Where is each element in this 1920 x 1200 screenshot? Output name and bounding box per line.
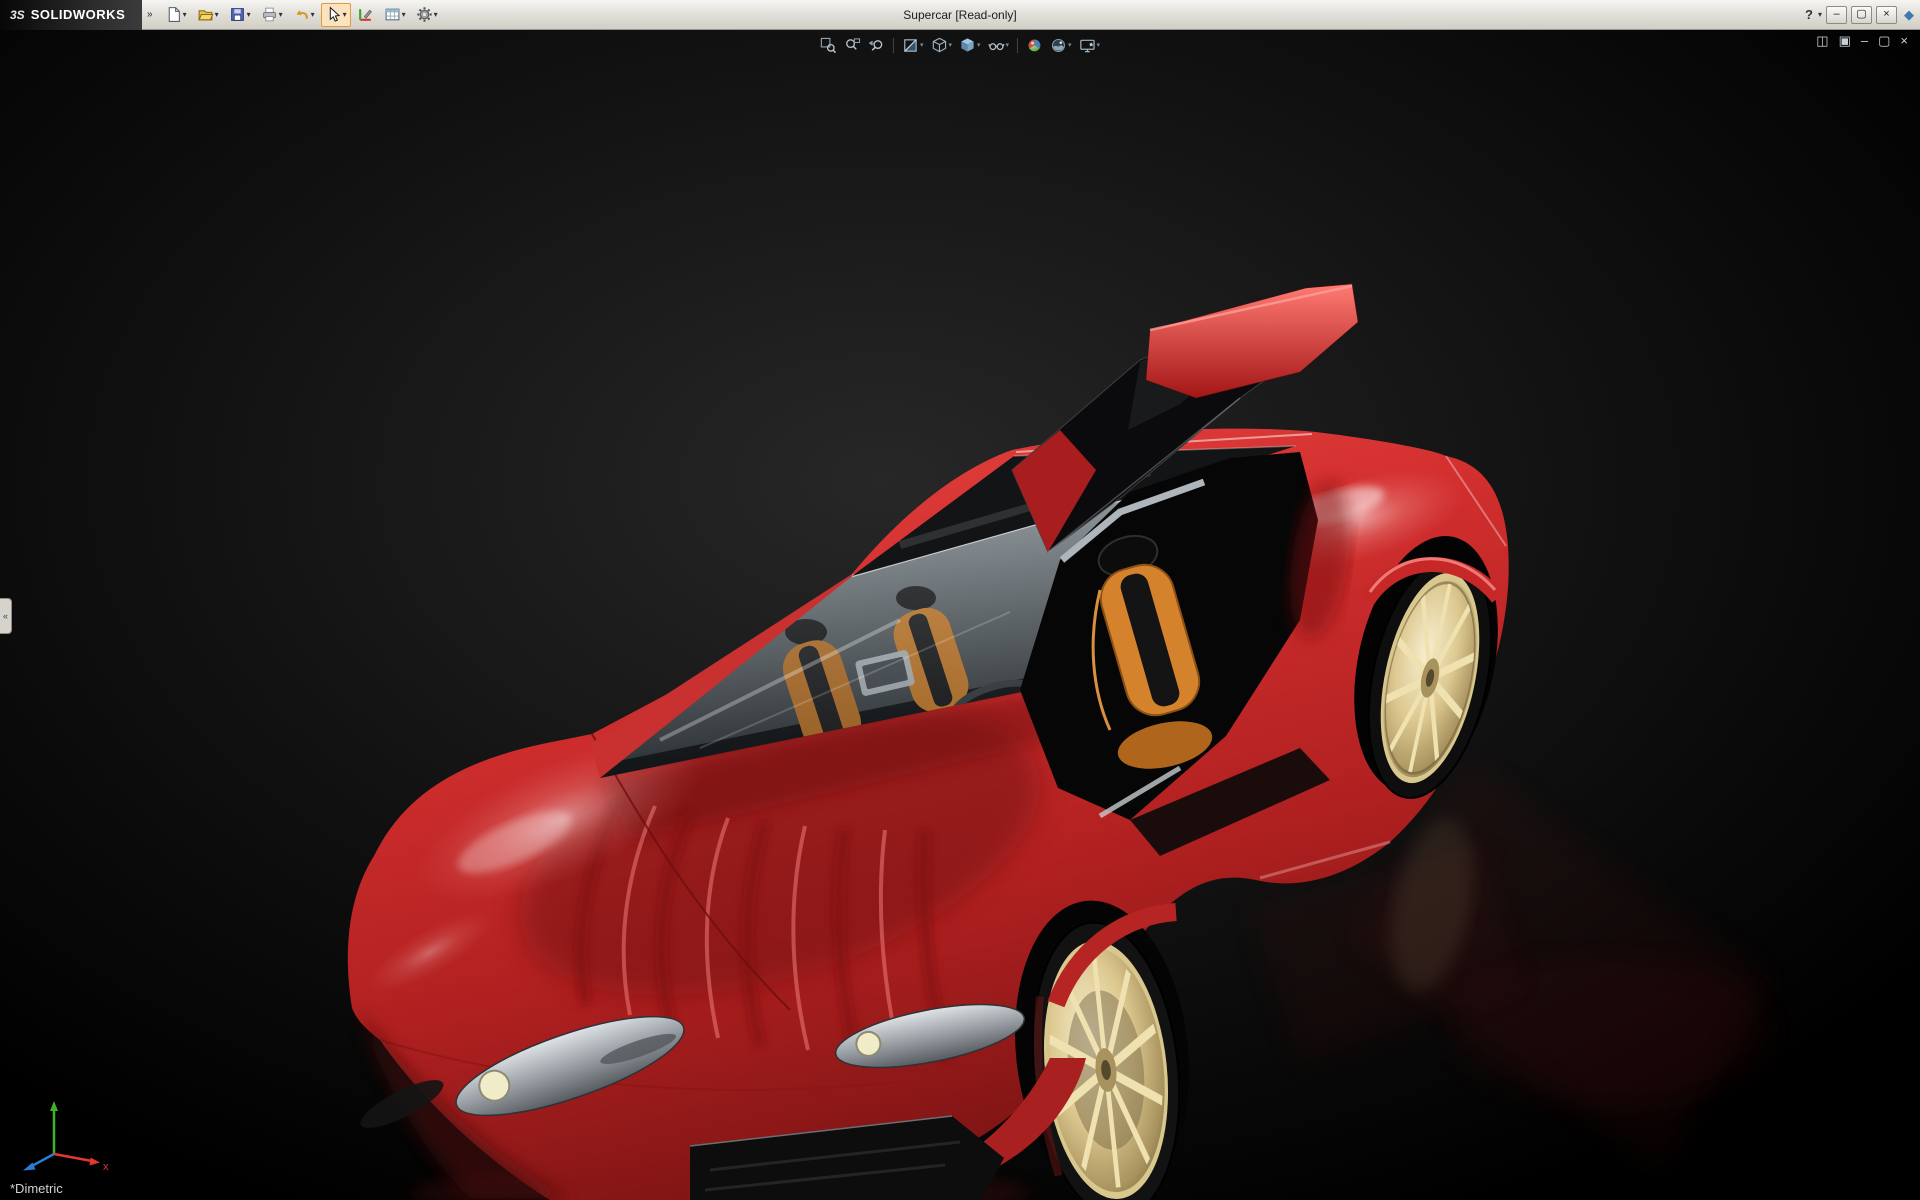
- dropdown-caret-icon[interactable]: ▾: [343, 10, 347, 19]
- title-bar: 3S SOLIDWORKS » ▾ ▾ ▾: [0, 0, 1920, 30]
- heads-up-view-toolbar: ▾ ▾ ▾ ▾: [817, 34, 1103, 56]
- design-table-button[interactable]: ▾: [380, 3, 410, 27]
- ds-compass-icon: ◆: [1904, 7, 1914, 23]
- section-view-button[interactable]: ▾: [899, 34, 927, 56]
- edit-appearance-ball-icon: [1026, 37, 1043, 54]
- menu-expand-icon[interactable]: »: [142, 9, 158, 20]
- previous-view-icon: [868, 37, 885, 54]
- view-orientation-button[interactable]: ▾: [927, 34, 955, 56]
- close-document-button[interactable]: ×: [1900, 33, 1908, 49]
- solidworks-logo[interactable]: 3S SOLIDWORKS: [0, 0, 142, 30]
- open-button[interactable]: ▾: [193, 3, 223, 27]
- document-window-controls: ◫ ▣ – ▢ ×: [1816, 33, 1908, 49]
- undo-button[interactable]: ▾: [289, 3, 319, 27]
- window-controls: ? ▾ – ▢ × ◆: [1805, 6, 1920, 24]
- restore-document-button[interactable]: ▢: [1878, 33, 1890, 49]
- undo-icon: [293, 6, 310, 23]
- view-orientation-label: *Dimetric: [10, 1181, 63, 1196]
- sketch-button[interactable]: [353, 3, 378, 27]
- view-settings-button[interactable]: ▾: [1076, 34, 1104, 56]
- print-icon: [261, 6, 278, 23]
- minimize-document-button[interactable]: –: [1861, 33, 1868, 49]
- help-caret-icon[interactable]: ▾: [1818, 10, 1822, 19]
- zoom-to-fit-button[interactable]: [817, 34, 840, 56]
- dropdown-caret-icon[interactable]: ▾: [948, 41, 952, 49]
- main-toolbar: ▾ ▾ ▾ ▾: [160, 3, 443, 27]
- dropdown-caret-icon[interactable]: ▾: [215, 10, 219, 19]
- apply-scene-icon: [1050, 37, 1067, 54]
- sketch-icon: [357, 6, 374, 23]
- zoom-to-fit-icon: [820, 37, 837, 54]
- print-button[interactable]: ▾: [257, 3, 287, 27]
- document-title: Supercar [Read-only]: [903, 0, 1016, 30]
- feature-manager-collapsed-tab[interactable]: «: [0, 598, 12, 634]
- dropdown-caret-icon[interactable]: ▾: [1068, 41, 1072, 49]
- toolbar-separator: [1017, 38, 1018, 53]
- save-icon: [229, 6, 246, 23]
- edit-appearance-button[interactable]: [1023, 34, 1046, 56]
- dropdown-caret-icon[interactable]: ▾: [183, 10, 187, 19]
- close-button[interactable]: ×: [1876, 6, 1897, 24]
- dropdown-caret-icon[interactable]: ▾: [1097, 41, 1101, 49]
- display-style-button[interactable]: ▾: [956, 34, 984, 56]
- zoom-to-area-button[interactable]: [841, 34, 864, 56]
- brand-name: SOLIDWORKS: [31, 7, 126, 22]
- triad-x-axis: [54, 1154, 92, 1161]
- apply-scene-button[interactable]: ▾: [1047, 34, 1075, 56]
- triad-x-label: x: [103, 1161, 109, 1173]
- help-icon[interactable]: ?: [1805, 7, 1813, 22]
- select-cursor-icon: [325, 6, 342, 23]
- minimize-button[interactable]: –: [1826, 6, 1847, 24]
- tile-windows-icon[interactable]: ▣: [1839, 33, 1851, 49]
- dropdown-caret-icon[interactable]: ▾: [1006, 41, 1010, 49]
- dropdown-caret-icon[interactable]: ▾: [311, 10, 315, 19]
- open-folder-icon: [197, 6, 214, 23]
- options-gear-icon: [416, 6, 433, 23]
- view-settings-icon: [1079, 37, 1096, 54]
- dropdown-caret-icon[interactable]: ▾: [977, 41, 981, 49]
- display-style-icon: [959, 37, 976, 54]
- new-document-button[interactable]: ▾: [161, 3, 191, 27]
- dropdown-caret-icon[interactable]: ▾: [279, 10, 283, 19]
- select-button[interactable]: ▾: [321, 3, 351, 27]
- design-table-icon: [384, 6, 401, 23]
- graphics-viewport[interactable]: [0, 0, 1920, 1200]
- dropdown-caret-icon[interactable]: ▾: [247, 10, 251, 19]
- dropdown-caret-icon[interactable]: ▾: [402, 10, 406, 19]
- toolbar-separator: [893, 38, 894, 53]
- previous-view-button[interactable]: [865, 34, 888, 56]
- options-button[interactable]: ▾: [412, 3, 442, 27]
- hide-show-items-button[interactable]: ▾: [985, 34, 1013, 56]
- dropdown-caret-icon[interactable]: ▾: [434, 10, 438, 19]
- zoom-to-area-icon: [844, 37, 861, 54]
- 3ds-logo-icon: 3S: [10, 8, 25, 22]
- restore-button[interactable]: ▢: [1851, 6, 1872, 24]
- triad-z-axis: [30, 1154, 54, 1167]
- restore-windows-icon[interactable]: ◫: [1816, 33, 1828, 49]
- view-orientation-cube-icon: [930, 37, 947, 54]
- reference-triad: x: [6, 1092, 116, 1178]
- hide-show-glasses-icon: [988, 37, 1005, 54]
- dropdown-caret-icon[interactable]: ▾: [920, 41, 924, 49]
- new-document-icon: [165, 6, 182, 23]
- section-view-icon: [902, 37, 919, 54]
- save-button[interactable]: ▾: [225, 3, 255, 27]
